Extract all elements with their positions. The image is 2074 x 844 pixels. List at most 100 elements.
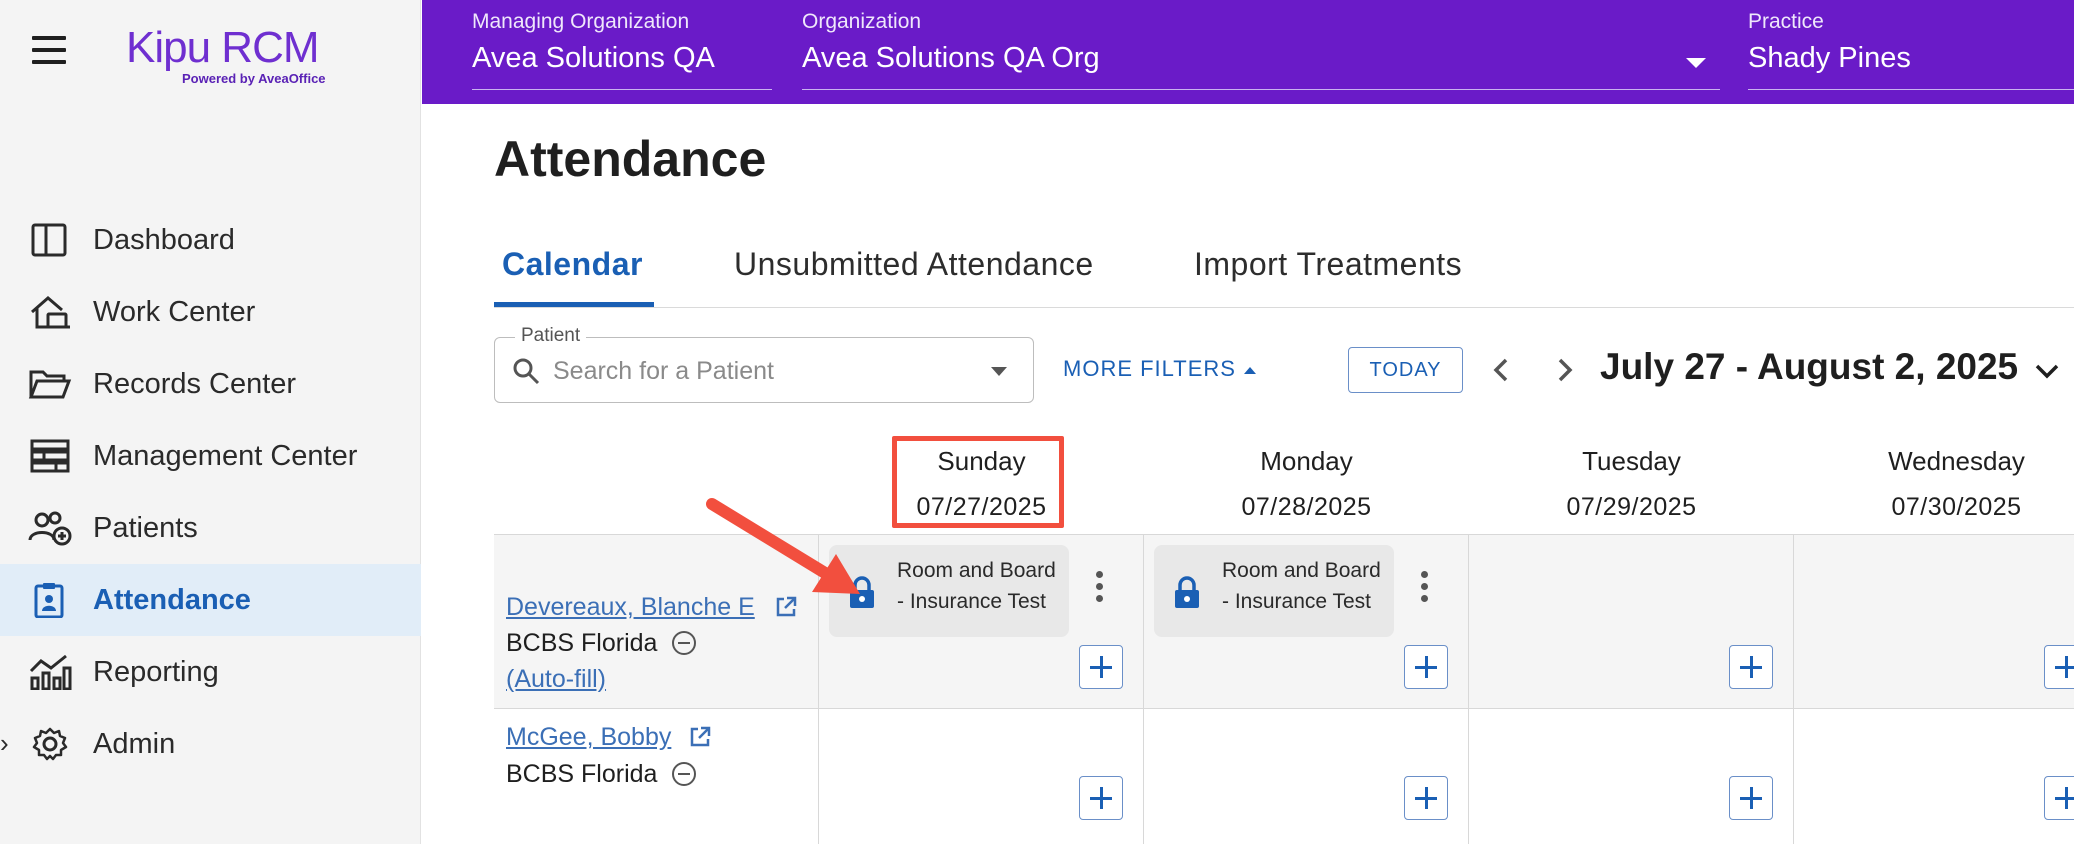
day-cell-monday[interactable] [1144, 709, 1469, 844]
managing-organization-value: Avea Solutions QA [472, 42, 715, 74]
sidebar: Kipu RCM Powered by AveaOffice Dashboard… [0, 0, 421, 844]
add-event-button[interactable] [1079, 776, 1123, 820]
chevron-left-icon[interactable] [1484, 352, 1520, 388]
sidebar-item-label: Admin [93, 727, 176, 760]
more-options-icon[interactable] [1093, 571, 1105, 607]
day-header-tuesday: Tuesday 07/29/2025 [1469, 438, 1794, 522]
autofill-link[interactable]: (Auto-fill) [506, 665, 606, 694]
day-cell-wednesday[interactable] [1794, 709, 2074, 844]
payer-label: BCBS Florida [506, 629, 658, 657]
event-label: Room and Board - Insurance Test [897, 559, 1056, 613]
caret-down-icon[interactable] [991, 367, 1007, 376]
organization-label: Organization [802, 10, 922, 33]
patient-link[interactable]: McGee, Bobby [506, 723, 671, 752]
day-date: 07/29/2025 [1566, 493, 1697, 521]
managing-organization-label: Managing Organization [472, 10, 690, 33]
tab-calendar[interactable]: Calendar [502, 246, 643, 283]
sidebar-item-label: Patients [93, 511, 198, 544]
sidebar-item-admin[interactable]: › Admin [0, 708, 421, 780]
event-label: Room and Board - Insurance Test [1222, 559, 1381, 613]
day-cell-sunday[interactable] [819, 709, 1144, 844]
practice-select[interactable]: Practice Shady Pines [1748, 0, 2074, 90]
sidebar-item-reporting[interactable]: Reporting [0, 636, 421, 708]
day-cell-tuesday[interactable] [1469, 535, 1794, 708]
patient-filter[interactable]: Patient [494, 325, 1034, 403]
event-chip[interactable]: Room and Board - Insurance Test [1154, 545, 1394, 637]
day-name: Wednesday [1888, 446, 2025, 476]
day-cell-monday[interactable]: Room and Board - Insurance Test [1144, 535, 1469, 708]
gear-icon [32, 727, 68, 761]
caret-up-icon [1243, 366, 1256, 374]
sidebar-item-management-center[interactable]: Management Center [0, 420, 421, 492]
tab-bar: Calendar Unsubmitted Attendance Import T… [494, 232, 2074, 308]
patient-search-input[interactable] [553, 352, 953, 390]
table-row: McGee, Bobby BCBS Florida [494, 708, 2074, 844]
sidebar-item-label: Reporting [93, 655, 219, 688]
folder-icon [28, 370, 72, 399]
add-event-button[interactable] [1404, 776, 1448, 820]
clipboard-icon [34, 583, 64, 618]
chevron-down-icon[interactable] [2030, 356, 2064, 386]
patients-icon [28, 511, 72, 546]
sidebar-item-dashboard[interactable]: Dashboard [0, 204, 421, 276]
add-event-button[interactable] [1079, 645, 1123, 689]
remove-circle-icon[interactable] [671, 630, 697, 656]
logo-tagline: Powered by AveaOffice [182, 71, 326, 86]
active-tab-indicator [494, 302, 654, 307]
search-icon [513, 358, 540, 385]
chevron-right-icon[interactable]: › [0, 728, 9, 759]
practice-value: Shady Pines [1748, 42, 1911, 74]
org-header: Managing Organization Avea Solutions QA … [422, 0, 2074, 104]
logo: Kipu RCM Powered by AveaOffice [126, 23, 326, 87]
annotation-highlight-box [892, 436, 1064, 528]
sidebar-item-label: Management Center [93, 439, 358, 472]
day-name: Monday [1260, 446, 1353, 476]
patient-cell: McGee, Bobby BCBS Florida [494, 709, 819, 844]
practice-label: Practice [1748, 10, 1824, 33]
add-event-button[interactable] [1404, 645, 1448, 689]
management-icon [30, 439, 70, 473]
remove-circle-icon[interactable] [671, 761, 697, 787]
more-filters-label: MORE FILTERS [1063, 356, 1236, 381]
sidebar-item-label: Records Center [93, 367, 297, 400]
more-options-icon[interactable] [1418, 571, 1430, 607]
day-header-monday: Monday 07/28/2025 [1144, 438, 1469, 522]
organization-select[interactable]: Organization Avea Solutions QA Org [802, 0, 1720, 90]
date-range-label: July 27 - August 2, 2025 [1600, 346, 2019, 387]
patient-filter-label: Patient [515, 325, 587, 347]
sidebar-item-label: Work Center [93, 295, 256, 328]
add-event-button[interactable] [1729, 645, 1773, 689]
more-filters-button[interactable]: MORE FILTERS [1063, 356, 1256, 382]
external-link-icon[interactable] [688, 725, 712, 749]
organization-value: Avea Solutions QA Org [802, 42, 1100, 74]
add-event-button[interactable] [1729, 776, 1773, 820]
day-date: 07/30/2025 [1891, 493, 2022, 521]
sidebar-item-records-center[interactable]: Records Center [0, 348, 421, 420]
day-name: Tuesday [1582, 446, 1681, 476]
day-cell-tuesday[interactable] [1469, 709, 1794, 844]
tab-import-treatments[interactable]: Import Treatments [1194, 246, 1462, 283]
day-cell-wednesday[interactable] [1794, 535, 2074, 708]
reporting-icon [29, 654, 72, 690]
page-title: Attendance [494, 131, 767, 187]
annotation-arrow-icon [706, 498, 860, 594]
chevron-right-icon[interactable] [1546, 352, 1582, 388]
managing-organization-field[interactable]: Managing Organization Avea Solutions QA [472, 0, 772, 90]
sidebar-item-label: Attendance [93, 583, 251, 616]
payer-label: BCBS Florida [506, 760, 658, 788]
day-header-wednesday: Wednesday 07/30/2025 [1794, 438, 2074, 522]
add-event-button[interactable] [2044, 645, 2074, 689]
add-event-button[interactable] [2044, 776, 2074, 820]
sidebar-item-patients[interactable]: Patients [0, 492, 421, 564]
sidebar-item-label: Dashboard [93, 223, 235, 256]
sidebar-item-work-center[interactable]: Work Center [0, 276, 421, 348]
caret-down-icon[interactable] [1686, 58, 1706, 68]
menu-icon[interactable] [30, 34, 70, 66]
dashboard-icon [31, 223, 67, 257]
today-button[interactable]: TODAY [1348, 347, 1463, 393]
lock-icon [1175, 576, 1199, 608]
logo-text: Kipu RCM [126, 23, 319, 72]
day-date: 07/28/2025 [1241, 493, 1372, 521]
sidebar-item-attendance[interactable]: Attendance [0, 564, 421, 636]
tab-unsubmitted-attendance[interactable]: Unsubmitted Attendance [734, 246, 1094, 283]
